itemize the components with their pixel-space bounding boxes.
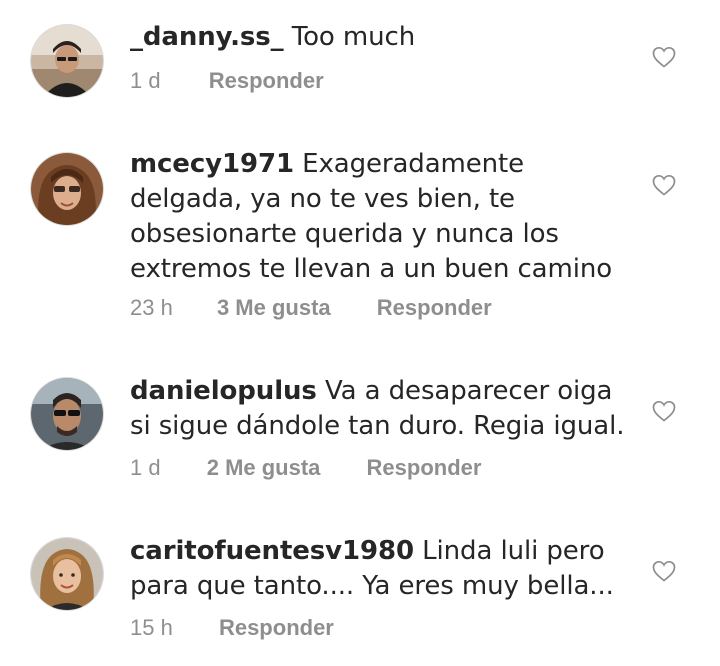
comment-text-block: _danny.ss_ Too much [130, 20, 640, 55]
heart-outline-icon [652, 174, 676, 196]
like-count[interactable]: 3 Me gusta [217, 295, 331, 321]
comment-username[interactable]: _danny.ss_ [130, 22, 284, 52]
like-button[interactable] [652, 174, 676, 196]
heart-outline-icon [652, 560, 676, 582]
comment-text-block: danielopulus Va a desaparecer oiga si si… [130, 374, 640, 444]
comment-meta: 23 h 3 Me gusta Responder [130, 295, 492, 321]
avatar-photo [31, 538, 103, 610]
comment-meta: 15 h Responder [130, 615, 334, 641]
avatar[interactable] [31, 378, 103, 450]
like-button[interactable] [652, 400, 676, 422]
comment-meta: 1 d Responder [130, 68, 324, 94]
comment-text: Too much [291, 22, 416, 52]
comment-username[interactable]: mcecy1971 [130, 149, 294, 179]
comment-text-block: mcecy1971 Exageradamente delgada, ya no … [130, 147, 640, 287]
avatar-photo [31, 153, 103, 225]
avatar[interactable] [31, 25, 103, 97]
reply-button[interactable]: Responder [367, 455, 482, 481]
like-count[interactable]: 2 Me gusta [207, 455, 321, 481]
comment-text-block: caritofuentesv1980 Linda luli pero para … [130, 534, 640, 604]
comment-time: 15 h [130, 615, 173, 640]
like-button[interactable] [652, 560, 676, 582]
reply-button[interactable]: Responder [377, 295, 492, 321]
heart-outline-icon [652, 46, 676, 68]
reply-button[interactable]: Responder [219, 615, 334, 641]
reply-button[interactable]: Responder [209, 68, 324, 94]
comment-time: 23 h [130, 295, 173, 320]
avatar-photo [31, 25, 103, 97]
avatar-photo [31, 378, 103, 450]
comment-time: 1 d [130, 455, 161, 480]
avatar[interactable] [31, 538, 103, 610]
heart-outline-icon [652, 400, 676, 422]
comment-username[interactable]: caritofuentesv1980 [130, 536, 414, 566]
like-button[interactable] [652, 46, 676, 68]
avatar[interactable] [31, 153, 103, 225]
comment-username[interactable]: danielopulus [130, 376, 317, 406]
comment-meta: 1 d 2 Me gusta Responder [130, 455, 481, 481]
comment-time: 1 d [130, 68, 161, 93]
